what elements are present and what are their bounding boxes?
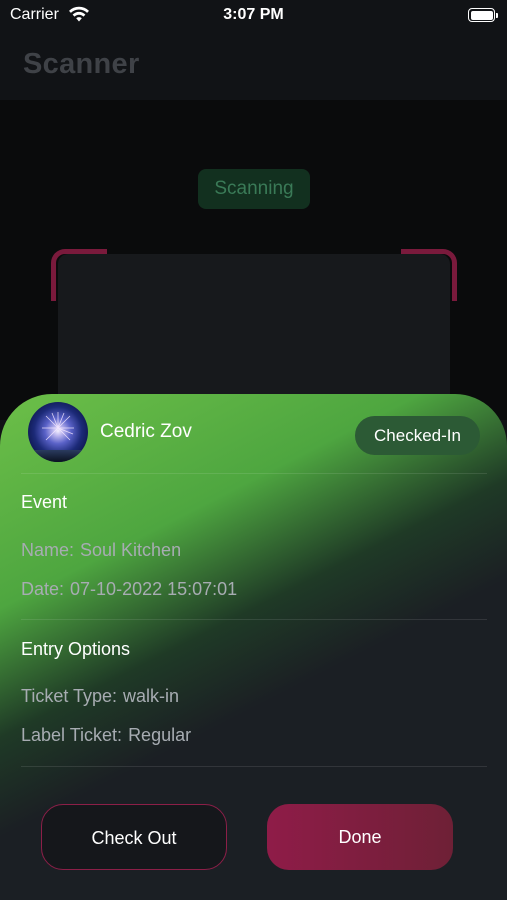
- divider: [21, 473, 487, 474]
- avatar: [28, 402, 88, 462]
- event-name-row: Name: Soul Kitchen: [21, 540, 181, 561]
- divider: [21, 619, 487, 620]
- scan-frame-corner-top-left: [51, 249, 107, 301]
- page-title: Scanner: [23, 48, 140, 80]
- attendee-name: Cedric Zov: [100, 421, 192, 442]
- entry-options-section-title: Entry Options: [21, 639, 131, 659]
- done-button[interactable]: Done: [267, 804, 453, 870]
- label-ticket-label: Label Ticket:: [21, 725, 123, 745]
- label-ticket-row: Label Ticket: Regular: [21, 725, 191, 746]
- ticket-type-value: walk-in: [123, 686, 180, 706]
- event-name-value: Soul Kitchen: [80, 540, 182, 560]
- ticket-type-row: Ticket Type: walk-in: [21, 686, 179, 707]
- scanning-status-badge: Scanning: [198, 169, 310, 209]
- scan-frame-corner-top-right: [401, 249, 457, 301]
- event-date-value: 07-10-2022 15:07:01: [70, 579, 238, 599]
- label-ticket-value: Regular: [128, 725, 192, 745]
- battery-icon: [468, 8, 498, 22]
- clock-time: 3:07 PM: [223, 6, 284, 23]
- event-name-label: Name:: [21, 540, 75, 560]
- event-date-row: Date: 07-10-2022 15:07:01: [21, 579, 237, 600]
- event-date-label: Date:: [21, 579, 65, 599]
- checked-in-badge: Checked-In: [355, 416, 480, 455]
- event-section-title: Event: [21, 492, 68, 512]
- camera-preview: [58, 254, 450, 404]
- avatar-skyline: [28, 450, 88, 462]
- check-out-button[interactable]: Check Out: [41, 804, 227, 870]
- status-bar: Carrier 3:07 PM: [0, 0, 507, 32]
- ticket-type-label: Ticket Type:: [21, 686, 118, 706]
- divider: [21, 766, 487, 767]
